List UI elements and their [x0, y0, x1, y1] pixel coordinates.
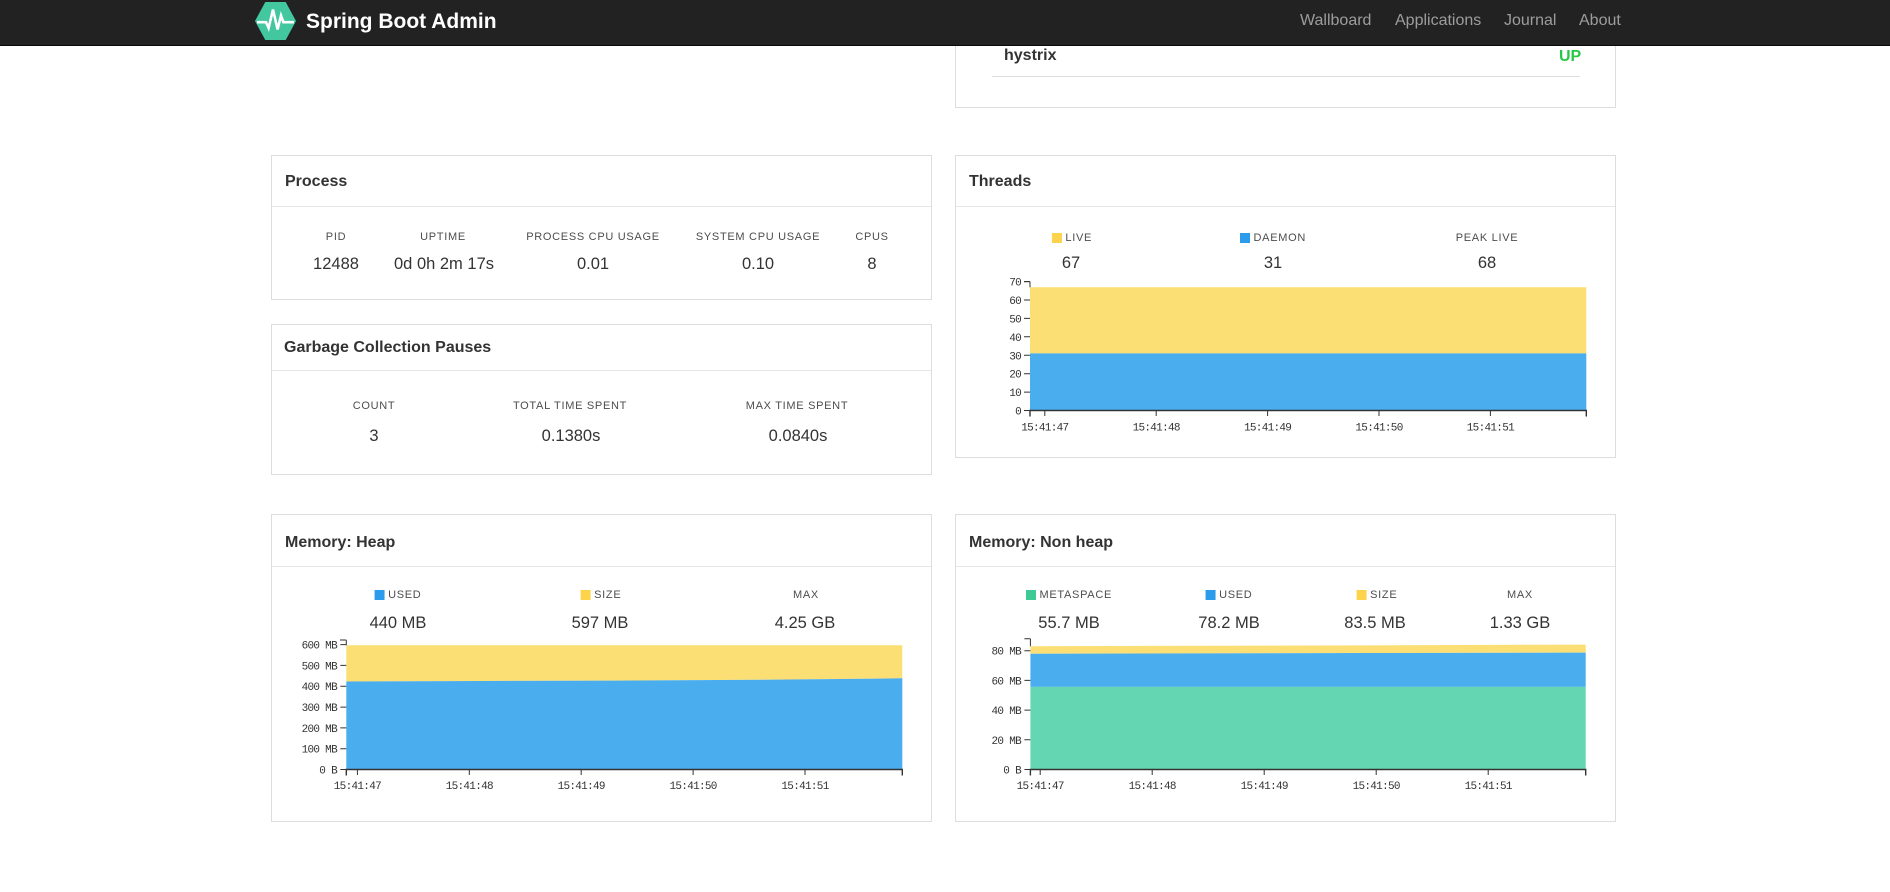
- svg-text:15:41:47: 15:41:47: [1017, 781, 1064, 793]
- svg-text:300 MB: 300 MB: [302, 703, 339, 715]
- svg-text:30: 30: [1009, 351, 1021, 363]
- svg-text:15:41:49: 15:41:49: [1244, 423, 1291, 435]
- svg-text:80 MB: 80 MB: [991, 647, 1022, 659]
- svg-text:10: 10: [1009, 388, 1021, 400]
- svg-text:400 MB: 400 MB: [302, 682, 339, 694]
- svg-text:40 MB: 40 MB: [991, 706, 1022, 718]
- svg-text:15:41:47: 15:41:47: [1021, 423, 1068, 435]
- svg-text:600 MB: 600 MB: [302, 641, 339, 653]
- svg-text:15:41:51: 15:41:51: [781, 781, 829, 793]
- svg-text:100 MB: 100 MB: [302, 745, 339, 757]
- svg-text:15:41:51: 15:41:51: [1465, 781, 1513, 793]
- svg-text:0 B: 0 B: [1003, 766, 1022, 778]
- svg-text:15:41:50: 15:41:50: [669, 781, 716, 793]
- svg-text:60 MB: 60 MB: [991, 676, 1022, 688]
- svg-text:15:41:48: 15:41:48: [1133, 423, 1180, 435]
- svg-text:0: 0: [1015, 407, 1021, 419]
- svg-text:40: 40: [1009, 333, 1021, 345]
- svg-text:15:41:48: 15:41:48: [1129, 781, 1176, 793]
- svg-text:15:41:50: 15:41:50: [1353, 781, 1400, 793]
- svg-text:500 MB: 500 MB: [302, 661, 339, 673]
- svg-text:15:41:50: 15:41:50: [1355, 423, 1402, 435]
- svg-text:0 B: 0 B: [319, 766, 338, 778]
- svg-text:15:41:49: 15:41:49: [558, 781, 605, 793]
- svg-text:200 MB: 200 MB: [302, 724, 339, 736]
- svg-text:15:41:49: 15:41:49: [1241, 781, 1288, 793]
- svg-text:20: 20: [1009, 370, 1021, 382]
- svg-text:20 MB: 20 MB: [991, 736, 1022, 748]
- svg-text:50: 50: [1009, 314, 1021, 326]
- svg-text:15:41:51: 15:41:51: [1467, 423, 1515, 435]
- svg-text:60: 60: [1009, 296, 1021, 308]
- svg-text:15:41:47: 15:41:47: [334, 781, 381, 793]
- svg-text:70: 70: [1009, 278, 1021, 290]
- svg-text:15:41:48: 15:41:48: [446, 781, 493, 793]
